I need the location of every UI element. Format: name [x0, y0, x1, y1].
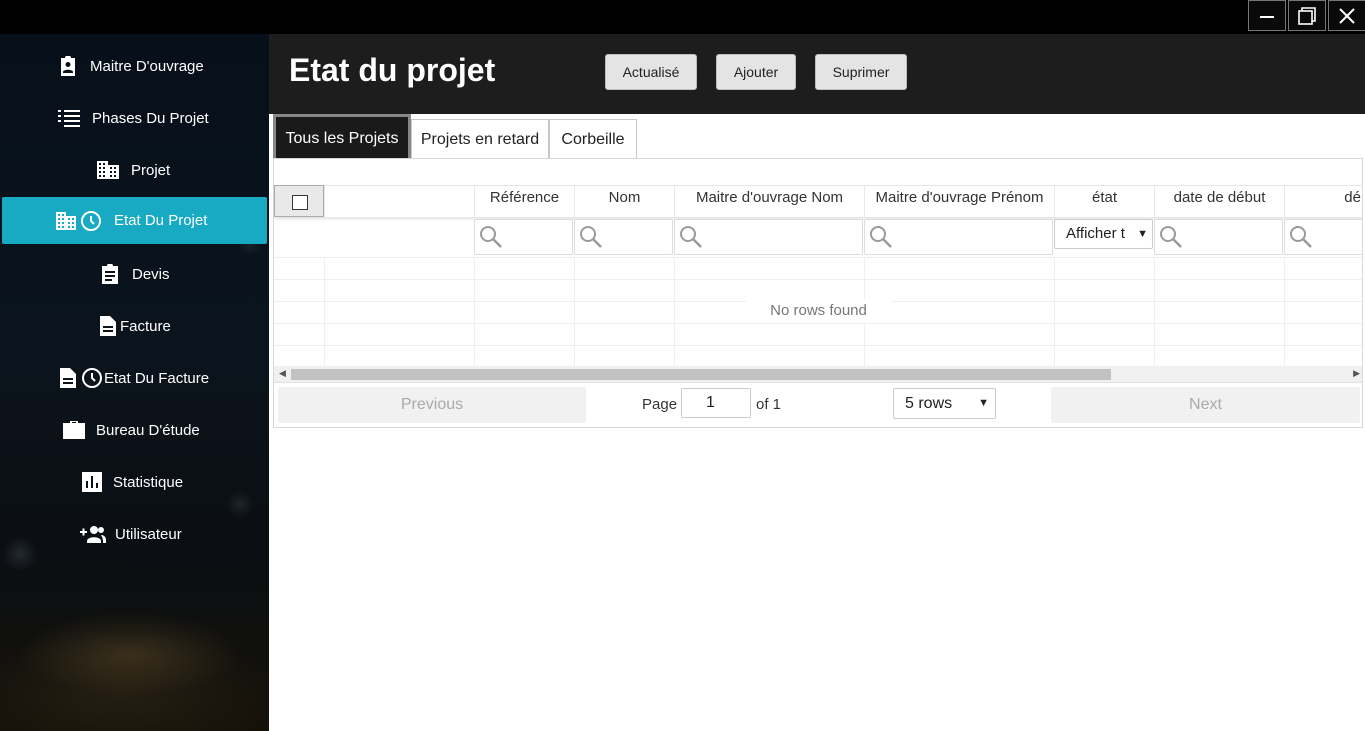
maximize-icon [1298, 6, 1316, 25]
sidebar-item-label: Devis [132, 265, 170, 283]
title-bar [0, 0, 1365, 34]
delai-filter-input[interactable] [1284, 219, 1362, 255]
maitre-nom-filter-input[interactable] [674, 219, 863, 255]
tab-corbeille[interactable]: Corbeille [549, 119, 637, 159]
sidebar-item-utilisateur[interactable]: Utilisateur [80, 519, 182, 549]
sidebar-item-etat-du-facture[interactable]: Etat Du Facture [60, 363, 209, 393]
page-header: Etat du projet Actualisé Ajouter Suprime… [269, 34, 1365, 114]
sidebar-item-label: Statistique [113, 473, 184, 491]
sidebar-item-label: Facture [120, 317, 171, 335]
pagination: Previous Page 1 of 1 5 rows ▼ Next [274, 382, 1362, 427]
column-header-maitre-nom[interactable]: Maitre d'ouvrage Nom [674, 186, 864, 218]
document-clock-icon [60, 367, 102, 389]
add-user-icon [80, 525, 106, 543]
search-icon [580, 226, 602, 248]
document-icon [100, 316, 116, 336]
page-number-input[interactable]: 1 [681, 388, 751, 418]
column-header-maitre-prenom[interactable]: Maitre d'ouvrage Prénom [864, 186, 1054, 218]
column-header-blank [324, 186, 474, 218]
page-size-select[interactable]: 5 rows ▼ [893, 388, 996, 419]
tab-tous-les-projets[interactable]: Tous les Projets [273, 114, 411, 160]
select-all-checkbox[interactable] [292, 195, 308, 210]
etat-filter-select[interactable]: Afficher t ▼ [1054, 219, 1153, 249]
dropdown-arrow-icon: ▼ [978, 397, 989, 409]
sidebar-item-label: Maitre D'ouvrage [90, 57, 204, 75]
etat-filter-value: Afficher t [1066, 225, 1125, 242]
search-icon [1160, 226, 1182, 248]
sidebar-item-bureau-detude[interactable]: Bureau D'étude [63, 415, 200, 445]
scroll-left-icon[interactable]: ◀ [279, 368, 286, 379]
page-count-label: of 1 [756, 396, 782, 413]
date-debut-filter-input[interactable] [1154, 219, 1283, 255]
close-button[interactable] [1328, 0, 1365, 31]
search-icon [870, 226, 892, 248]
next-page-button[interactable]: Next [1051, 387, 1360, 423]
sidebar-item-projet[interactable]: Projet [97, 155, 170, 185]
column-header-etat[interactable]: état [1054, 186, 1154, 218]
table-body: Référence Nom Maitre d'ouvrage Nom Maitr… [274, 159, 1362, 366]
bar-chart-icon [82, 472, 102, 492]
projects-table: Référence Nom Maitre d'ouvrage Nom Maitr… [273, 158, 1363, 428]
sidebar-item-label: Etat Du Facture [104, 369, 210, 387]
previous-page-button[interactable]: Previous [278, 387, 586, 423]
dropdown-arrow-icon: ▼ [1137, 228, 1148, 240]
sidebar-item-phases-du-projet[interactable]: Phases Du Projet [58, 103, 209, 133]
minimize-icon [1260, 15, 1274, 18]
table-header-row: Référence Nom Maitre d'ouvrage Nom Maitr… [274, 185, 1362, 218]
clipboard-icon [100, 264, 120, 284]
sidebar: Maitre D'ouvrage Phases Du Projet Projet… [0, 34, 269, 731]
minimize-button[interactable] [1248, 0, 1286, 31]
tab-projets-en-retard[interactable]: Projets en retard [411, 119, 549, 159]
refresh-button[interactable]: Actualisé [605, 54, 697, 90]
column-header-reference[interactable]: Référence [474, 186, 574, 218]
sidebar-item-devis[interactable]: Devis [100, 259, 170, 289]
reference-filter-input[interactable] [474, 219, 573, 255]
sidebar-item-label: Projet [131, 161, 171, 179]
maximize-button[interactable] [1288, 0, 1326, 31]
sidebar-item-facture[interactable]: Facture [100, 311, 171, 341]
page-title: Etat du projet [289, 52, 496, 88]
search-icon [480, 226, 502, 248]
building-icon [97, 161, 119, 179]
close-icon [1339, 7, 1355, 24]
horizontal-scrollbar[interactable]: ◀ ▶ [274, 366, 1362, 382]
building-clock-icon [56, 210, 102, 232]
scrollbar-thumb[interactable] [291, 369, 1111, 380]
sidebar-item-label: Phases Du Projet [92, 109, 209, 127]
select-all-cell [274, 185, 324, 217]
nom-filter-input[interactable] [574, 219, 673, 255]
column-header-delai[interactable]: délai [1284, 186, 1362, 218]
sidebar-item-label: Etat Du Projet [114, 212, 208, 229]
add-button[interactable]: Ajouter [716, 54, 796, 90]
column-header-date-debut[interactable]: date de début [1154, 186, 1284, 218]
scroll-right-icon[interactable]: ▶ [1353, 368, 1360, 379]
main-content: Etat du projet Actualisé Ajouter Suprime… [269, 34, 1365, 731]
page-label: Page [642, 396, 678, 413]
sidebar-item-etat-du-projet[interactable]: Etat Du Projet [2, 197, 267, 244]
client-badge-icon [58, 56, 78, 76]
column-header-nom[interactable]: Nom [574, 186, 674, 218]
sidebar-item-label: Bureau D'étude [96, 421, 200, 439]
delete-button[interactable]: Suprimer [815, 54, 907, 90]
maitre-prenom-filter-input[interactable] [864, 219, 1053, 255]
no-rows-message: No rows found [746, 299, 891, 323]
sidebar-item-maitre-douvrage[interactable]: Maitre D'ouvrage [58, 51, 204, 81]
app-window: Maitre D'ouvrage Phases Du Projet Projet… [0, 0, 1365, 731]
sidebar-item-statistique[interactable]: Statistique [82, 467, 183, 497]
page-size-value: 5 rows [905, 395, 953, 412]
briefcase-icon [63, 420, 85, 440]
sidebar-item-label: Utilisateur [115, 525, 182, 543]
search-icon [1290, 226, 1312, 248]
list-icon [58, 109, 80, 127]
search-icon [680, 226, 702, 248]
filter-row: Afficher t ▼ [274, 217, 1362, 257]
